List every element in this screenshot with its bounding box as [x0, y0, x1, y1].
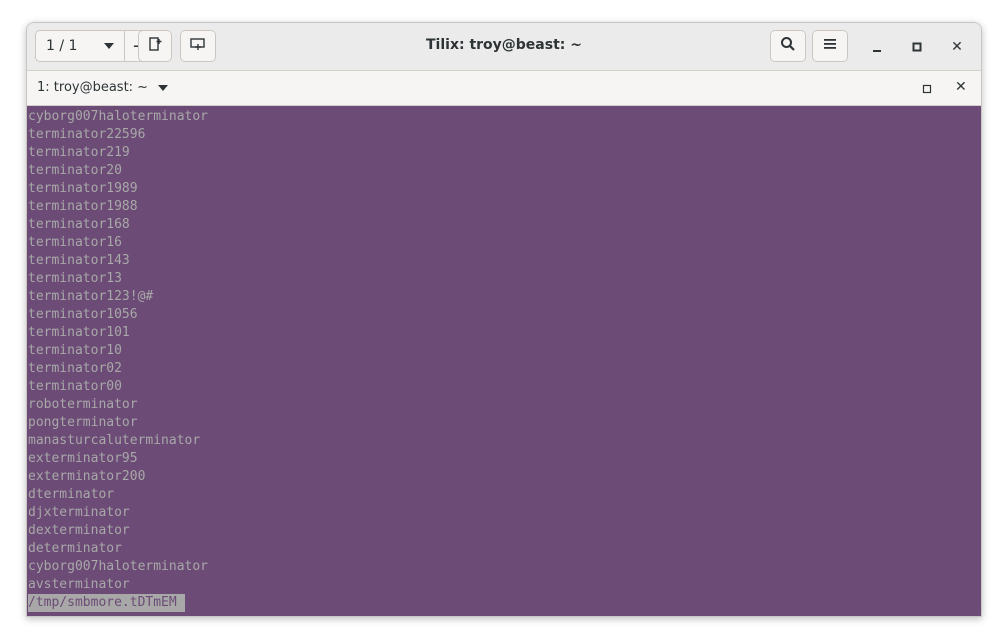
terminal-line: terminator10 [28, 343, 122, 358]
terminal-line: manasturcaluterminator [28, 433, 201, 448]
minimize-icon [871, 38, 883, 57]
close-icon: ✕ [951, 39, 963, 55]
terminal-line: exterminator200 [28, 469, 146, 484]
terminal-line: terminator101 [28, 325, 130, 340]
terminal-line: cyborg007haloterminator [28, 109, 209, 124]
terminal-line: determinator [28, 541, 122, 556]
terminal-line: exterminator95 [28, 451, 138, 466]
terminal-maximize-button[interactable] [920, 81, 934, 95]
terminal-line: terminator20 [28, 163, 122, 178]
terminal-line: terminator1988 [28, 199, 138, 214]
terminal-line: djxterminator [28, 505, 130, 520]
terminal-line: roboterminator [28, 397, 138, 412]
terminal-line: terminator02 [28, 361, 122, 376]
terminal-line: cyborg007haloterminator [28, 559, 209, 574]
terminal-line: dexterminator [28, 523, 130, 538]
terminal-line: terminator16 [28, 235, 122, 250]
header-bar: 1 / 1 + Tilix: tro [27, 23, 981, 71]
terminal-line: dterminator [28, 487, 115, 502]
terminal-line: terminator22596 [28, 127, 146, 142]
search-button[interactable] [770, 30, 806, 62]
terminal-line: terminator1989 [28, 181, 138, 196]
maximize-icon [911, 38, 923, 57]
terminal-output[interactable]: cyborg007haloterminator terminator22596 … [27, 106, 981, 616]
pager-prompt: /tmp/smbmore.tDTmEM [28, 594, 185, 612]
chevron-down-icon [158, 84, 169, 91]
terminal-line: terminator00 [28, 379, 122, 394]
terminal-line: avsterminator [28, 577, 130, 592]
terminal-close-button[interactable]: ✕ [955, 79, 967, 95]
maximize-icon [922, 79, 932, 98]
terminal-line: terminator219 [28, 145, 130, 160]
minimize-button[interactable] [867, 37, 887, 57]
terminal-title: 1: troy@beast: ~ [37, 80, 149, 95]
terminal-title-menu[interactable]: 1: troy@beast: ~ [37, 80, 169, 95]
tilix-window: 1 / 1 + Tilix: tro [26, 22, 982, 617]
search-icon [780, 36, 796, 56]
close-button[interactable]: ✕ [947, 37, 967, 57]
menu-button[interactable] [812, 30, 848, 62]
terminal-line: terminator168 [28, 217, 130, 232]
terminal-line: terminator143 [28, 253, 130, 268]
terminal-line: terminator1056 [28, 307, 138, 322]
terminal-line: terminator13 [28, 271, 122, 286]
terminal-line: terminator123!@# [28, 289, 154, 304]
hamburger-menu-icon [823, 38, 837, 54]
close-icon: ✕ [955, 79, 967, 95]
terminal-title-bar: 1: troy@beast: ~ ✕ [27, 71, 981, 106]
terminal-line: pongterminator [28, 415, 138, 430]
maximize-button[interactable] [907, 37, 927, 57]
